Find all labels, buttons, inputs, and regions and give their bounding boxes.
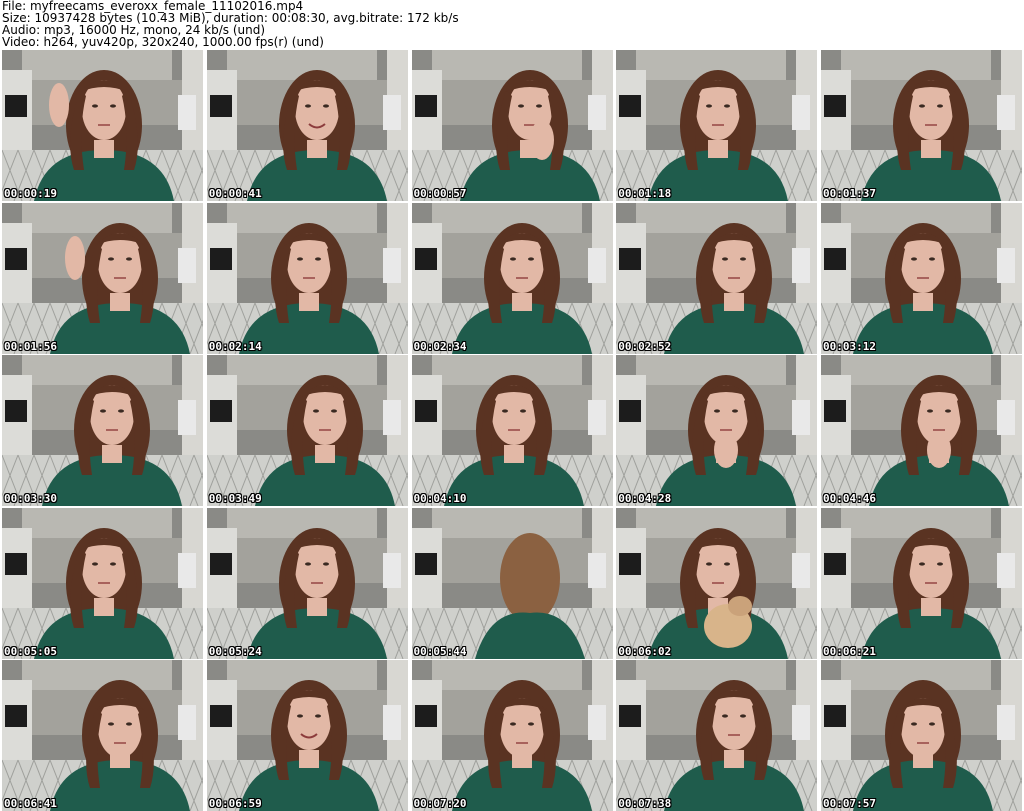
- thumbnail-timestamp: 00:06:41: [4, 797, 57, 810]
- thumbnail-image: [616, 50, 818, 201]
- thumbnail-image: [821, 355, 1022, 506]
- thumbnail-image: [411, 507, 613, 659]
- video-thumbnail: 00:05:05: [2, 507, 203, 659]
- thumbnail-image: [821, 50, 1022, 201]
- thumbnail-timestamp: 00:04:10: [413, 492, 467, 505]
- thumbnail-timestamp: 00:03:49: [208, 492, 262, 505]
- thumbnail-timestamp: 00:06:21: [823, 644, 876, 658]
- thumbnail-image: [2, 50, 203, 201]
- thumbnail-image: [2, 660, 203, 811]
- thumbnail-image: [411, 202, 613, 354]
- video-thumbnail: 00:03:49: [206, 355, 408, 506]
- video-thumbnail: 00:00:41: [206, 50, 408, 201]
- thumbnail-image: [206, 50, 408, 201]
- video-thumbnail: 00:02:14: [206, 202, 408, 354]
- thumbnail-image: [206, 202, 408, 354]
- thumbnail-image: [206, 660, 408, 811]
- thumbnail-timestamp: 00:04:28: [618, 492, 672, 505]
- thumbnail-timestamp: 00:07:38: [618, 797, 672, 810]
- thumbnail-image: [616, 355, 818, 506]
- thumbnail-timestamp: 00:03:12: [823, 339, 876, 353]
- video-thumbnail: 00:07:20: [411, 660, 613, 811]
- thumbnail-image: [206, 507, 408, 659]
- thumbnail-timestamp: 00:02:34: [413, 339, 467, 353]
- thumbnail-image: [821, 660, 1022, 811]
- video-thumbnail: 00:06:41: [2, 660, 203, 811]
- thumbnail-timestamp: 00:07:57: [823, 797, 876, 810]
- video-thumbnail: 00:03:30: [2, 355, 203, 506]
- thumbnail-image: [411, 660, 613, 811]
- thumbnail-timestamp: 00:05:05: [4, 644, 57, 658]
- video-thumbnail: 00:02:34: [411, 202, 613, 354]
- thumbnail-image: [821, 202, 1022, 354]
- thumbnail-image: [616, 507, 818, 659]
- thumbnail-image: [411, 355, 613, 506]
- thumbnail-image: [2, 507, 203, 659]
- thumbnail-timestamp: 00:06:02: [618, 644, 672, 658]
- thumbnail-grid: 00:00:19 00:00:41 00:00:57 00:01:18 00:01:37…: [0, 50, 1024, 811]
- video-thumbnail: 00:06:21: [821, 507, 1022, 659]
- video-thumbnail: 00:01:18: [616, 50, 818, 201]
- thumbnail-timestamp: 00:01:56: [4, 339, 57, 353]
- video-thumbnail: 00:04:46: [821, 355, 1022, 506]
- thumbnail-timestamp: 00:01:37: [823, 187, 876, 200]
- thumbnail-timestamp: 00:00:41: [208, 187, 262, 200]
- video-thumbnail: 00:05:44: [411, 507, 613, 659]
- thumbnail-timestamp: 00:03:30: [4, 492, 57, 505]
- thumbnail-timestamp: 00:00:57: [413, 187, 467, 200]
- thumbnail-timestamp: 00:00:19: [4, 187, 57, 200]
- video-thumbnail: 00:06:59: [206, 660, 408, 811]
- thumbnail-image: [2, 355, 203, 506]
- video-thumbnail: 00:07:38: [616, 660, 818, 811]
- thumbnail-image: [206, 355, 408, 506]
- video-thumbnail: 00:04:28: [616, 355, 818, 506]
- thumbnail-timestamp: 00:04:46: [823, 492, 876, 505]
- thumbnail-image: [2, 202, 203, 354]
- thumbnail-image: [616, 202, 818, 354]
- thumbnail-timestamp: 00:07:20: [413, 797, 467, 810]
- video-thumbnail: 00:02:52: [616, 202, 818, 354]
- file-info-header: File: myfreecams_everoxx_female_11102016…: [2, 0, 1020, 50]
- thumbnail-timestamp: 00:01:18: [618, 187, 672, 200]
- thumbnail-timestamp: 00:02:52: [618, 339, 672, 353]
- thumbnail-image: [411, 50, 613, 201]
- thumbnail-image: [821, 507, 1022, 659]
- thumbnail-timestamp: 00:05:44: [413, 644, 467, 658]
- thumbnail-timestamp: 00:05:24: [208, 644, 262, 658]
- video-thumbnail: 00:04:10: [411, 355, 613, 506]
- thumbnail-image: [616, 660, 818, 811]
- video-thumbnail: 00:00:19: [2, 50, 203, 201]
- video-thumbnail: 00:07:57: [821, 660, 1022, 811]
- video-thumbnail: 00:01:37: [821, 50, 1022, 201]
- video-thumbnail: 00:05:24: [206, 507, 408, 659]
- video-thumbnail: 00:06:02: [616, 507, 818, 659]
- video-thumbnail: 00:03:12: [821, 202, 1022, 354]
- video-thumbnail: 00:01:56: [2, 202, 203, 354]
- thumbnail-timestamp: 00:02:14: [208, 339, 262, 353]
- video-thumbnail: 00:00:57: [411, 50, 613, 201]
- video-info-line: Video: h264, yuv420p, 320x240, 1000.00 f…: [2, 35, 324, 49]
- thumbnail-timestamp: 00:06:59: [208, 797, 262, 810]
